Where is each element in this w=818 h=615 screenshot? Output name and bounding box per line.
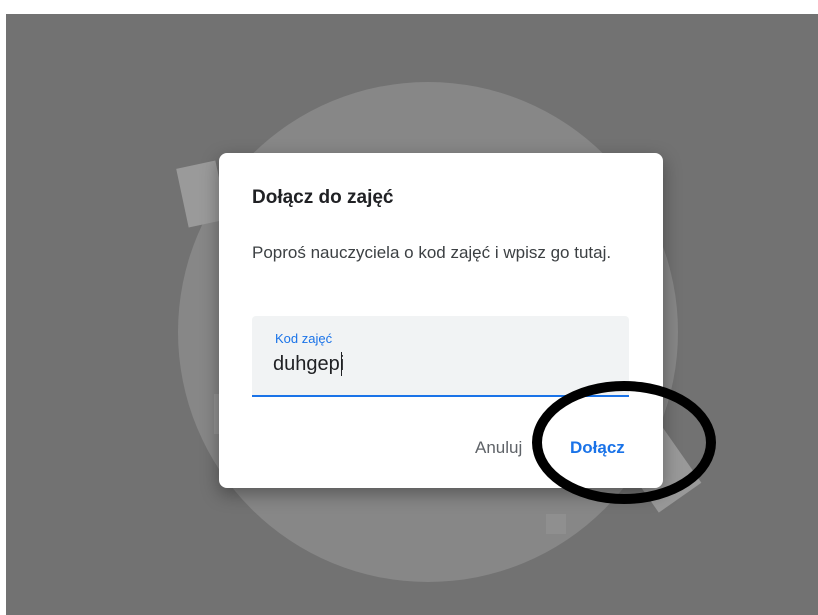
class-code-label: Kod zajęć [275,331,333,346]
class-code-input[interactable] [273,349,593,379]
join-class-dialog: Dołącz do zajęć Poproś nauczyciela o kod… [219,153,663,488]
join-button[interactable]: Dołącz [570,438,625,458]
dialog-description: Poproś nauczyciela o kod zajęć i wpisz g… [252,243,612,262]
text-caret [341,352,342,376]
dialog-title: Dołącz do zajęć [252,187,394,208]
cancel-button[interactable]: Anuluj [475,438,522,458]
class-code-field[interactable]: Kod zajęć [252,316,629,397]
illustration-shape [546,514,566,534]
